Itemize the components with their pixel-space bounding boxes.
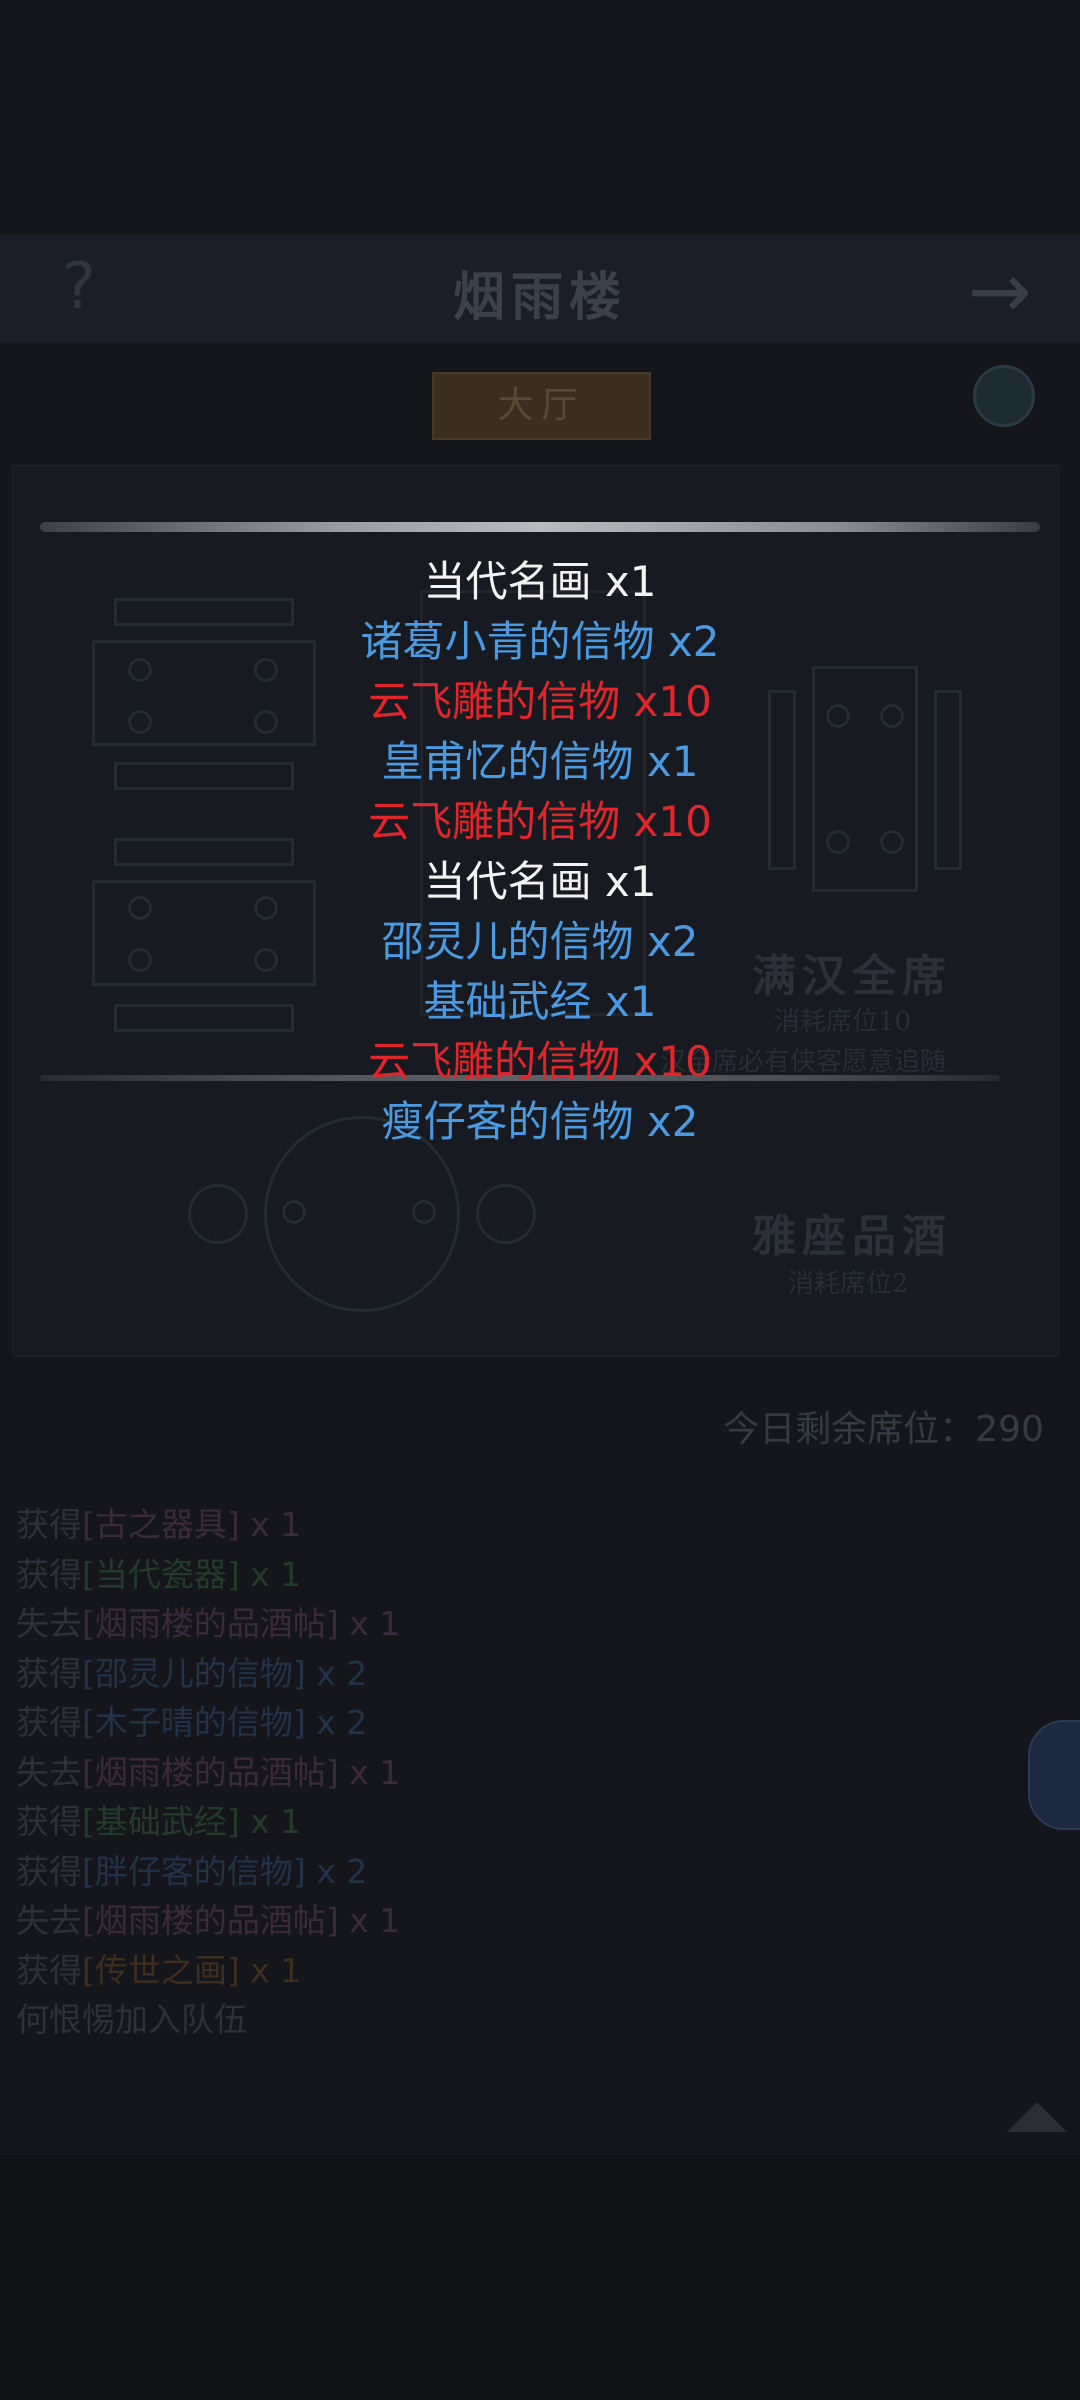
- log-quantity: x 1: [338, 1752, 401, 1792]
- brush-divider: [40, 522, 1040, 532]
- log-verb: 获得: [16, 1802, 82, 1841]
- log-quantity: x 1: [239, 1950, 302, 1990]
- log-item-name: [烟雨楼的品酒帖]: [82, 1752, 339, 1792]
- log-line: 获得[木子晴的信物] x 2: [16, 1698, 400, 1748]
- seats-remaining: 今日剩余席位：290: [723, 1409, 1044, 1450]
- log-item-name: [邵灵儿的信物]: [82, 1653, 306, 1693]
- log-quantity: x 1: [239, 1554, 302, 1594]
- log-quantity: x 1: [239, 1802, 302, 1841]
- log-quantity: x 1: [338, 1901, 401, 1940]
- log-verb: 获得: [16, 1950, 82, 1990]
- log-verb: 获得: [16, 1554, 82, 1594]
- log-line: 失去[烟雨楼的品酒帖] x 1: [16, 1599, 400, 1649]
- log-item-name: [古之器具]: [82, 1505, 240, 1544]
- log-quantity: x 1: [338, 1604, 401, 1643]
- log-quantity: x 2: [305, 1653, 368, 1693]
- stool: [476, 1184, 536, 1244]
- page-title: 烟雨楼: [452, 267, 627, 328]
- log-line: 获得[古之器具] x 1: [16, 1500, 400, 1550]
- log-item-name: [当代瓷器]: [82, 1554, 240, 1594]
- reward-item: 当代名画 x1: [423, 857, 657, 906]
- reward-item: 云飞雕的信物 x10: [368, 797, 712, 846]
- log-quantity: x 2: [305, 1851, 368, 1891]
- log-line: 获得[当代瓷器] x 1: [16, 1550, 400, 1600]
- reward-item: 基础武经 x1: [423, 977, 657, 1026]
- stool: [188, 1184, 248, 1244]
- coin-icon[interactable]: [973, 365, 1035, 427]
- log-line: 何恨惕加入队伍: [16, 2000, 247, 2039]
- log-verb: 失去: [16, 1901, 82, 1940]
- log-line: 失去[烟雨楼的品酒帖] x 1: [16, 1748, 400, 1798]
- option-wine-cost: 消耗席位2: [788, 1269, 909, 1299]
- bottom-area: [0, 2155, 1080, 2400]
- log-quantity: x 1: [239, 1505, 302, 1544]
- log-verb: 失去: [16, 1604, 82, 1643]
- reward-item: 云飞雕的信物 x10: [368, 1037, 712, 1086]
- log-item-name: [木子晴的信物]: [82, 1703, 306, 1742]
- table-dot: [412, 1200, 436, 1224]
- reward-list: 当代名画 x1 诸葛小青的信物 x2 云飞雕的信物 x10 皇甫忆的信物 x1 云飞雕的…: [0, 552, 1080, 1152]
- character-avatar[interactable]: [1028, 1720, 1080, 1830]
- log-item-name: [胖仔客的信物]: [82, 1851, 306, 1891]
- log-line: 获得[胖仔客的信物] x 2: [16, 1847, 400, 1897]
- reward-item: 诸葛小青的信物 x2: [360, 617, 720, 666]
- next-arrow-icon[interactable]: →: [968, 246, 1032, 335]
- reward-item: 云飞雕的信物 x10: [368, 677, 712, 726]
- log-verb: 获得: [16, 1505, 82, 1544]
- log-quantity: x 2: [305, 1703, 368, 1742]
- table-dot: [282, 1200, 306, 1224]
- log-line: 失去[烟雨楼的品酒帖] x 1: [16, 1896, 400, 1946]
- log-verb: 获得: [16, 1653, 82, 1693]
- event-log: 获得[古之器具] x 1 获得[当代瓷器] x 1 失去[烟雨楼的品酒帖] x 1获…: [16, 1500, 400, 2045]
- tab-hall[interactable]: 大厅: [432, 372, 651, 440]
- log-line: 获得[邵灵儿的信物] x 2: [16, 1649, 400, 1699]
- log-verb: 失去: [16, 1752, 82, 1792]
- log-line: 获得[传世之画] x 1: [16, 1946, 400, 1996]
- reward-item: 邵灵儿的信物 x2: [381, 917, 699, 966]
- log-line: 获得[基础武经] x 1: [16, 1797, 400, 1847]
- log-item-name: [传世之画]: [82, 1950, 240, 1990]
- scroll-up-icon[interactable]: [1007, 2102, 1067, 2132]
- log-item-name: [烟雨楼的品酒帖]: [82, 1901, 339, 1940]
- reward-item: 瘦仔客的信物 x2: [381, 1097, 699, 1146]
- log-verb: 获得: [16, 1703, 82, 1742]
- reward-item: 皇甫忆的信物 x1: [381, 737, 699, 786]
- log-item-name: [烟雨楼的品酒帖]: [82, 1604, 339, 1643]
- log-verb: 获得: [16, 1851, 82, 1891]
- reward-item: 当代名画 x1: [423, 557, 657, 606]
- log-item-name: [基础武经]: [82, 1802, 240, 1841]
- option-wine-title[interactable]: 雅座品酒: [752, 1200, 952, 1264]
